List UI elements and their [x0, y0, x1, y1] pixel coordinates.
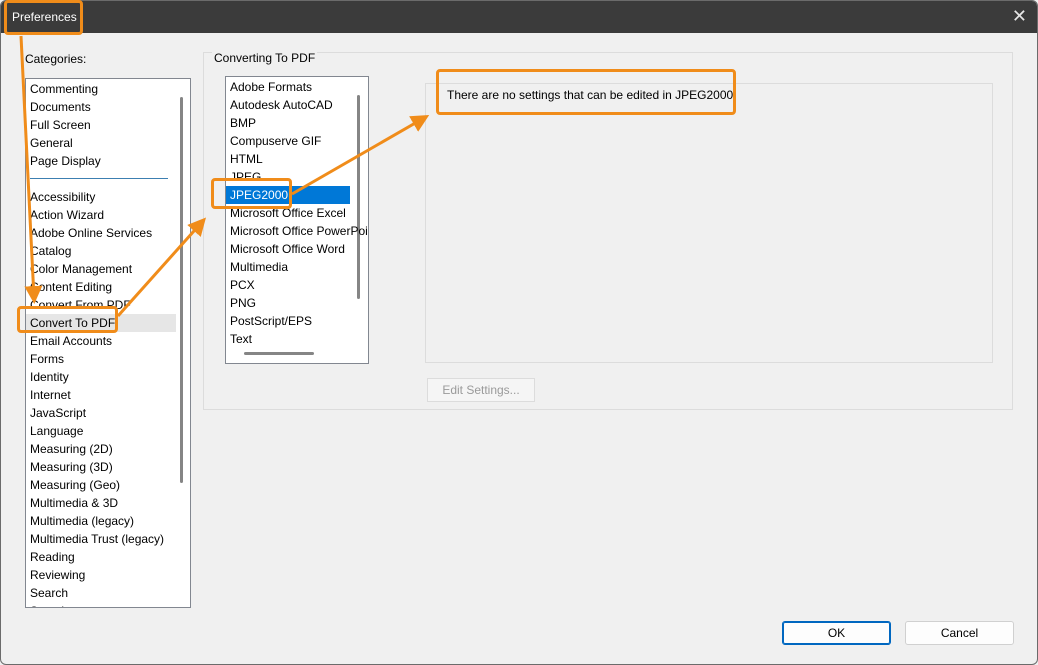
format-item[interactable]: HTML	[230, 150, 263, 168]
category-item[interactable]: Full Screen	[30, 116, 91, 134]
category-item[interactable]: Multimedia Trust (legacy)	[30, 530, 164, 548]
category-item[interactable]: Measuring (3D)	[30, 458, 113, 476]
annotation-box-title	[4, 0, 83, 35]
category-item[interactable]: Page Display	[30, 152, 101, 170]
category-item[interactable]: Measuring (2D)	[30, 440, 113, 458]
category-item[interactable]: Multimedia (legacy)	[30, 512, 134, 530]
category-item[interactable]: General	[30, 134, 73, 152]
annotation-box-message	[436, 69, 736, 115]
format-item[interactable]: PCX	[230, 276, 255, 294]
format-list-vscrollbar[interactable]	[357, 95, 360, 299]
edit-settings-button[interactable]: Edit Settings...	[427, 378, 535, 402]
format-item[interactable]: Multimedia	[230, 258, 288, 276]
format-list[interactable]: Adobe Formats Autodesk AutoCAD BMP Compuser…	[225, 76, 369, 364]
category-item[interactable]: Identity	[30, 368, 69, 386]
categories-label: Categories:	[25, 52, 87, 66]
format-item[interactable]: PNG	[230, 294, 256, 312]
format-item[interactable]: Autodesk AutoCAD	[230, 96, 333, 114]
category-item[interactable]: Reviewing	[30, 566, 85, 584]
category-item[interactable]: Documents	[30, 98, 91, 116]
annotation-box-convert-to-pdf	[17, 306, 118, 333]
category-separator	[30, 178, 168, 179]
category-item[interactable]: Accessibility	[30, 188, 95, 206]
category-item[interactable]: Action Wizard	[30, 206, 104, 224]
format-item[interactable]: BMP	[230, 114, 256, 132]
format-item[interactable]: Text	[230, 330, 252, 348]
category-item[interactable]: JavaScript	[30, 404, 86, 422]
format-item[interactable]: PostScript/EPS	[230, 312, 312, 330]
category-item[interactable]: Measuring (Geo)	[30, 476, 120, 494]
category-item[interactable]: Language	[30, 422, 83, 440]
categories-list[interactable]: Commenting Documents Full Screen General Pag…	[25, 78, 191, 608]
format-item[interactable]: Microsoft Office PowerPoint	[230, 222, 368, 240]
category-item[interactable]: Search	[30, 584, 68, 602]
category-item[interactable]: Email Accounts	[30, 332, 112, 350]
category-item[interactable]: Forms	[30, 350, 64, 368]
ok-button[interactable]: OK	[782, 621, 891, 645]
category-item[interactable]: Internet	[30, 386, 71, 404]
annotation-box-jpeg2000	[211, 178, 292, 209]
format-item[interactable]: Microsoft Office Word	[230, 240, 345, 258]
category-item[interactable]: Color Management	[30, 260, 132, 278]
format-item[interactable]: Adobe Formats	[230, 78, 312, 96]
category-item[interactable]: Reading	[30, 548, 75, 566]
category-item[interactable]: Security	[30, 602, 73, 607]
category-item[interactable]: Multimedia & 3D	[30, 494, 118, 512]
category-item[interactable]: Catalog	[30, 242, 71, 260]
format-list-hscrollbar[interactable]	[244, 352, 314, 355]
category-item[interactable]: Content Editing	[30, 278, 112, 296]
converting-group-label: Converting To PDF	[212, 51, 318, 65]
format-item[interactable]: Compuserve GIF	[230, 132, 321, 150]
category-item[interactable]: Adobe Online Services	[30, 224, 152, 242]
categories-scrollbar[interactable]	[180, 97, 183, 483]
category-item[interactable]: Commenting	[30, 80, 98, 98]
close-icon[interactable]: ✕	[1012, 6, 1027, 26]
cancel-button[interactable]: Cancel	[905, 621, 1014, 645]
settings-panel	[425, 83, 993, 363]
title-bar[interactable]: Preferences ✕	[1, 1, 1037, 33]
